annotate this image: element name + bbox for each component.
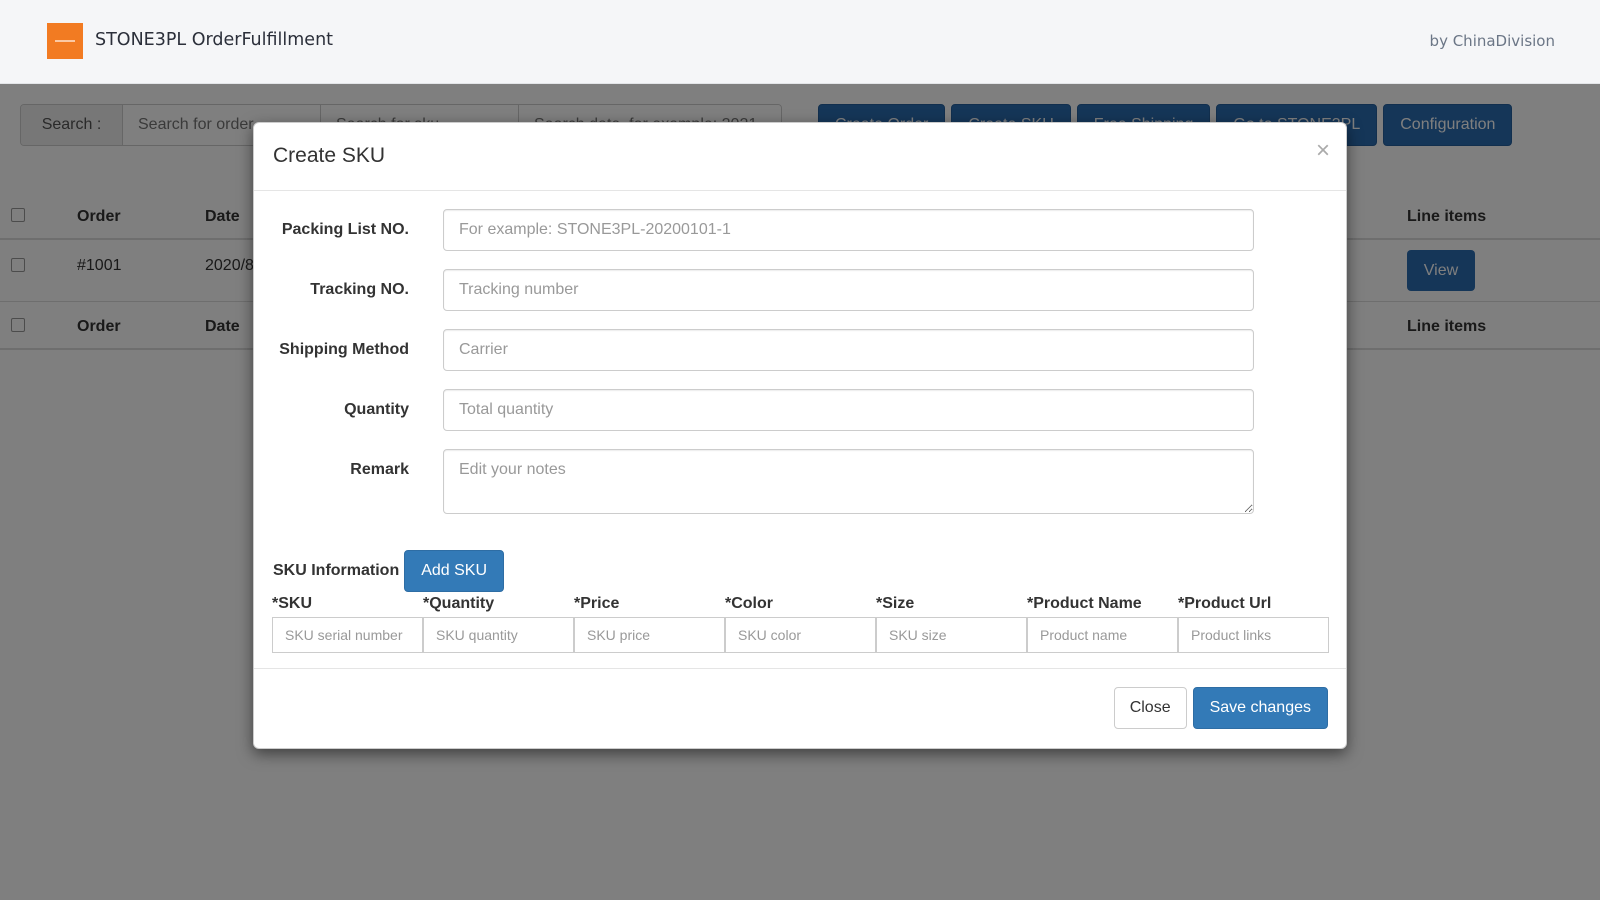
product-name-input[interactable]	[1027, 617, 1178, 653]
shipping-method-input[interactable]	[443, 329, 1254, 371]
logo-mark-icon	[55, 40, 75, 42]
sku-column-color: *Color	[725, 595, 876, 653]
remark-textarea[interactable]	[443, 449, 1254, 514]
sku-column-label: *Product Name	[1027, 595, 1142, 612]
sku-quantity-input[interactable]	[423, 617, 574, 653]
sku-grid: *SKU *Quantity *Price *Color *Size *Prod…	[272, 595, 1329, 653]
app-logo[interactable]	[47, 23, 83, 59]
modal-title: Create SKU	[273, 144, 386, 167]
vendor-credit: by ChinaDivision	[1429, 32, 1555, 50]
sku-serial-input[interactable]	[272, 617, 423, 653]
close-button[interactable]: Close	[1113, 687, 1187, 729]
remark-label: Remark	[350, 461, 409, 478]
packing-list-label: Packing List NO.	[281, 221, 409, 238]
packing-list-input[interactable]	[443, 209, 1254, 251]
sku-column-sku: *SKU	[272, 595, 423, 653]
shipping-method-label: Shipping Method	[279, 341, 409, 358]
add-sku-button[interactable]: Add SKU	[404, 550, 505, 592]
sku-information-header: SKU Information Add SKU	[273, 550, 505, 592]
sku-column-size: *Size	[876, 595, 1027, 653]
sku-column-label: *Size	[876, 595, 915, 612]
modal-footer: Close Save changes	[254, 668, 1346, 748]
create-sku-modal: Create SKU × Packing List NO. Tracking N…	[253, 122, 1347, 749]
app-header: STONE3PL OrderFulfillment by ChinaDivisi…	[0, 0, 1600, 84]
sku-price-input[interactable]	[574, 617, 725, 653]
sku-color-input[interactable]	[725, 617, 876, 653]
quantity-label: Quantity	[344, 401, 409, 418]
sku-column-label: *Product Url	[1178, 595, 1272, 612]
modal-footer-actions: Close Save changes	[1113, 687, 1328, 729]
modal-header: Create SKU ×	[254, 123, 1346, 191]
sku-column-product-url: *Product Url	[1178, 595, 1329, 653]
sku-information-label: SKU Information	[273, 562, 400, 579]
sku-column-label: *SKU	[272, 595, 313, 612]
quantity-input[interactable]	[443, 389, 1254, 431]
sku-size-input[interactable]	[876, 617, 1027, 653]
app-title: STONE3PL OrderFulfillment	[95, 30, 334, 50]
sku-column-label: *Price	[574, 595, 620, 612]
sku-column-product-name: *Product Name	[1027, 595, 1178, 653]
tracking-label: Tracking NO.	[310, 281, 409, 298]
close-icon[interactable]: ×	[1316, 139, 1330, 163]
sku-column-label: *Quantity	[423, 595, 495, 612]
sku-column-quantity: *Quantity	[423, 595, 574, 653]
sku-column-price: *Price	[574, 595, 725, 653]
product-url-input[interactable]	[1178, 617, 1329, 653]
sku-column-label: *Color	[725, 595, 773, 612]
save-changes-button[interactable]: Save changes	[1192, 687, 1328, 729]
tracking-input[interactable]	[443, 269, 1254, 311]
